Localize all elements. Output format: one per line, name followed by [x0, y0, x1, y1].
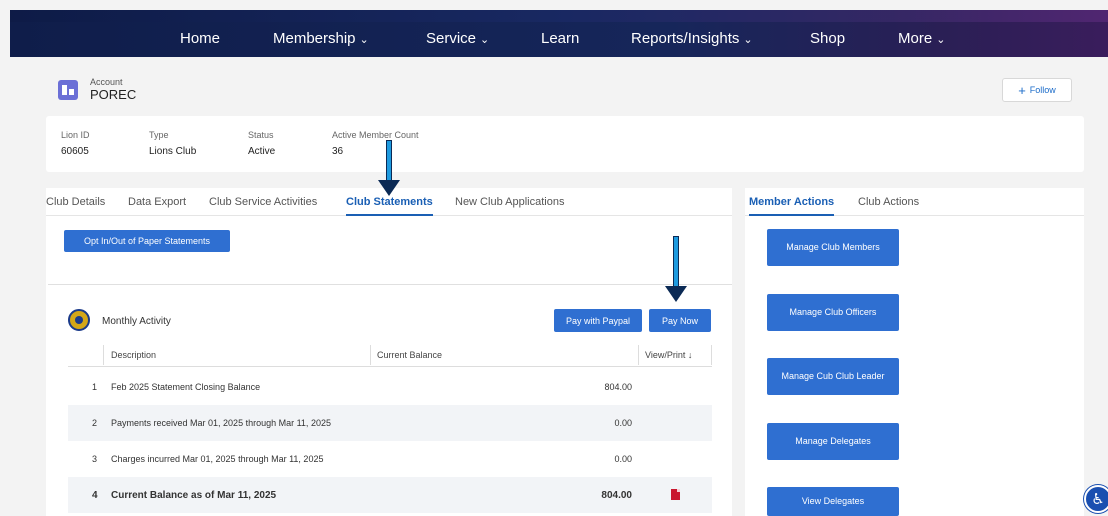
club-panel: Club Details Data Export Club Service Ac… — [46, 188, 732, 516]
field-label: Status — [248, 130, 274, 140]
nav-label: Learn — [541, 30, 580, 47]
field-label: Lion ID — [61, 130, 90, 140]
follow-button[interactable]: + Follow — [1002, 78, 1072, 102]
tab-new-club-applications[interactable]: New Club Applications — [455, 196, 564, 208]
actions-panel: Member Actions Club Actions Manage Club … — [745, 188, 1084, 516]
chevron-down-icon: ⌄ — [936, 34, 946, 46]
row-number: 4 — [92, 490, 98, 501]
top-navigation-bar: Home Membership ⌄ Service ⌄ Learn Reports/… — [10, 10, 1108, 57]
column-divider — [711, 345, 712, 365]
field-value: Lions Club — [149, 146, 197, 157]
tab-member-actions[interactable]: Member Actions — [749, 196, 835, 216]
table-row: 1 Feb 2025 Statement Closing Balance 804… — [68, 369, 712, 405]
lions-logo-icon — [68, 309, 90, 331]
main-nav: Home Membership ⌄ Service ⌄ Learn Reports/… — [10, 22, 1108, 57]
chevron-down-icon: ⌄ — [359, 34, 369, 46]
pdf-icon[interactable] — [671, 489, 680, 500]
nav-label: Home — [180, 30, 221, 47]
table-row: 2 Payments received Mar 01, 2025 through… — [68, 405, 712, 441]
account-icon — [58, 80, 78, 100]
row-amount: 0.00 — [614, 418, 632, 428]
field-label: Type — [149, 130, 169, 140]
monthly-activity-title: Monthly Activity — [102, 316, 171, 327]
nav-label: More — [898, 30, 933, 47]
field-label: Active Member Count — [332, 130, 419, 140]
row-number: 1 — [92, 382, 98, 392]
field-type: Type Lions Club — [149, 130, 196, 157]
follow-label: Follow — [1029, 85, 1056, 95]
tab-club-details[interactable]: Club Details — [46, 196, 105, 208]
table-header: Description Current Balance View/Print ↓ — [68, 343, 712, 367]
arrow-head — [378, 180, 400, 196]
view-delegates-button[interactable]: View Delegates — [767, 487, 899, 516]
field-status: Status Active — [248, 130, 275, 157]
actions-tabs: Member Actions Club Actions — [745, 188, 1084, 216]
account-header: Account POREC + Follow — [46, 66, 1084, 110]
column-current-balance: Current Balance — [377, 350, 443, 360]
row-description: Charges incurred Mar 01, 2025 through Ma… — [111, 454, 324, 464]
tab-data-export[interactable]: Data Export — [128, 196, 186, 208]
nav-label: Shop — [810, 30, 846, 47]
row-number: 2 — [92, 418, 98, 428]
nav-more[interactable]: More ⌄ — [898, 30, 945, 47]
tab-club-service-activities[interactable]: Club Service Activities — [209, 196, 317, 208]
nav-membership[interactable]: Membership ⌄ — [273, 30, 369, 47]
account-label: Account — [90, 77, 123, 87]
accessibility-icon[interactable]: ♿ — [1084, 485, 1108, 513]
nav-label: Membership — [273, 30, 356, 47]
nav-service[interactable]: Service ⌄ — [426, 30, 489, 47]
nav-reports-insights[interactable]: Reports/Insights ⌄ — [631, 30, 753, 47]
annotation-arrow — [378, 140, 400, 196]
annotation-arrow — [665, 236, 687, 304]
row-amount: 0.00 — [614, 454, 632, 464]
pay-now-button[interactable]: Pay Now — [649, 309, 711, 332]
nav-learn[interactable]: Learn — [541, 30, 579, 47]
manage-delegates-button[interactable]: Manage Delegates — [767, 423, 899, 460]
top-strip — [10, 10, 1108, 22]
nav-home[interactable]: Home — [180, 30, 220, 47]
table-row: 3 Charges incurred Mar 01, 2025 through … — [68, 441, 712, 477]
row-amount: 804.00 — [604, 382, 632, 392]
column-divider — [638, 345, 639, 365]
tab-club-actions[interactable]: Club Actions — [858, 196, 919, 208]
arrow-shaft — [386, 140, 392, 182]
nav-label: Service — [426, 30, 477, 47]
column-divider — [103, 345, 104, 365]
chevron-down-icon: ⌄ — [480, 34, 490, 46]
tab-club-statements[interactable]: Club Statements — [346, 196, 433, 216]
table-row: 4 Current Balance as of Mar 11, 2025 804… — [68, 477, 712, 513]
chevron-down-icon: ⌄ — [743, 34, 753, 46]
opt-in-out-paper-statements-button[interactable]: Opt In/Out of Paper Statements — [64, 230, 230, 252]
field-active-member-count: Active Member Count 36 — [332, 130, 419, 157]
column-divider — [370, 345, 371, 365]
account-info-card: Lion ID 60605 Type Lions Club Status Act… — [46, 116, 1084, 172]
manage-club-officers-button[interactable]: Manage Club Officers — [767, 294, 899, 331]
arrow-shaft — [673, 236, 679, 288]
nav-shop[interactable]: Shop — [810, 30, 845, 47]
field-value: Active — [248, 146, 276, 157]
manage-cub-club-leader-button[interactable]: Manage Cub Club Leader — [767, 358, 899, 395]
account-name: POREC — [90, 87, 137, 102]
plus-icon: + — [1018, 82, 1026, 98]
monthly-activity-card: Monthly Activity Pay with Paypal Pay Now… — [48, 284, 732, 516]
field-value: 60605 — [61, 146, 89, 157]
column-view-print[interactable]: View/Print ↓ — [645, 350, 692, 360]
pay-with-paypal-button[interactable]: Pay with Paypal — [554, 309, 642, 332]
row-number: 3 — [92, 454, 98, 464]
arrow-head — [665, 286, 687, 302]
field-value: 36 — [332, 146, 344, 157]
column-description: Description — [111, 350, 157, 360]
field-lion-id: Lion ID 60605 — [61, 130, 90, 157]
row-description: Current Balance as of Mar 11, 2025 — [111, 490, 277, 501]
row-amount: 804.00 — [601, 490, 632, 501]
manage-club-members-button[interactable]: Manage Club Members — [767, 229, 899, 266]
row-description: Feb 2025 Statement Closing Balance — [111, 382, 261, 392]
nav-label: Reports/Insights — [631, 30, 740, 47]
row-description: Payments received Mar 01, 2025 through M… — [111, 418, 331, 428]
